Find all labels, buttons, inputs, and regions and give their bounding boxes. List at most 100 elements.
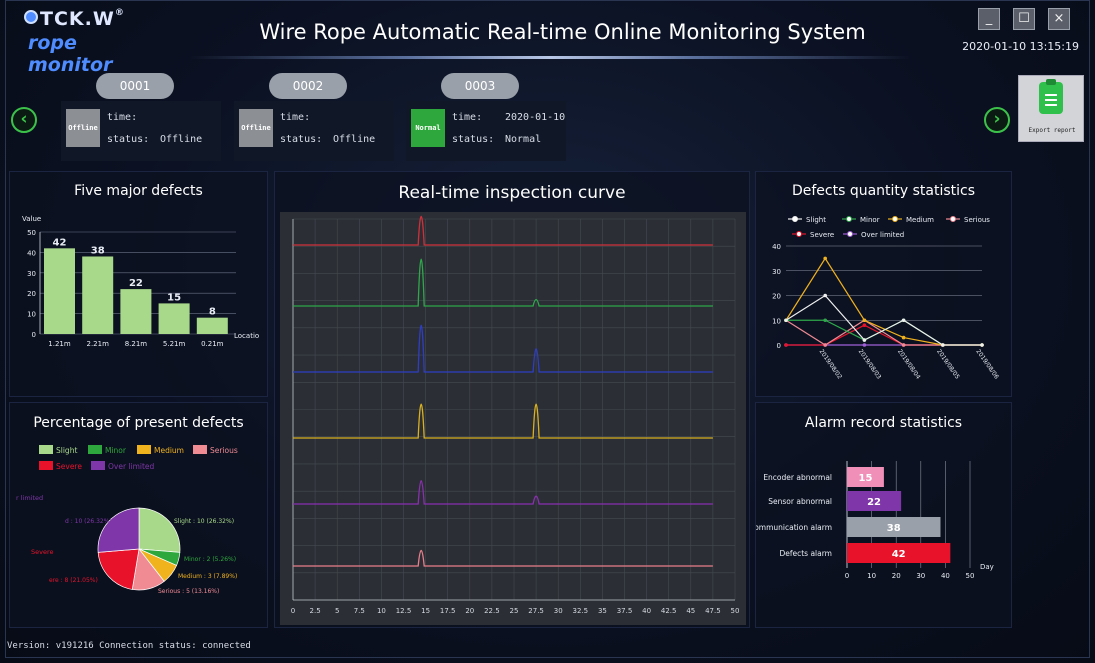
legend-label: Over limited (861, 231, 904, 239)
datetime: 2020-01-10 13:15:19 (962, 40, 1079, 53)
y-tick-label: 20 (772, 293, 781, 301)
status-label: status: (452, 134, 495, 145)
device-body: Offline time: status: Offline (234, 101, 394, 161)
series-Serious (785, 319, 982, 346)
inspection-curve-panel: Real-time inspection curve 0 2.5 5 7.5 10 12.… (274, 171, 750, 628)
x-tick-label: 27.5 (528, 607, 544, 615)
x-tick-label: 22.5 (484, 607, 500, 615)
bar-0.21m (196, 317, 228, 334)
slice-label: Slight : 10 (26.32%) (174, 518, 234, 525)
x-tick-label: 1.21m (48, 340, 71, 348)
legend-label: Slight (806, 216, 826, 224)
x-tick-label: 2.21m (86, 340, 109, 348)
status-value: Normal (505, 134, 542, 145)
device-status-box: Offline (239, 109, 273, 147)
point (901, 343, 906, 347)
x-tick-label: 42.5 (661, 607, 677, 615)
device-id-tag[interactable]: 0002 (269, 73, 347, 99)
x-tick-label: 2019/08/02 (818, 348, 844, 380)
x-tick-label: 0 (291, 607, 295, 615)
y-tick-label: Defects alarm (779, 549, 832, 558)
x-tick-label: 2019/08/06 (974, 348, 1000, 380)
x-tick-label: 50 (731, 607, 740, 615)
data-label: 15 (858, 473, 872, 484)
device-card-0003[interactable]: 0003 Normal time: 2020-01-10 status: Normal (406, 73, 566, 163)
header-divider (190, 56, 910, 59)
slice-Severe (97, 548, 140, 590)
curve-chart: 0 2.5 5 7.5 10 12.5 15 17.5 20 22.5 25 27.5 30 32.5 35… (280, 212, 746, 625)
x-axis-label: Locatio (234, 332, 259, 340)
point (784, 343, 788, 347)
bar-2.21m (82, 256, 114, 334)
device-card-0002[interactable]: 0002 Offline time: status: Offline (234, 73, 394, 163)
y-tick-label: 0 (32, 331, 36, 339)
x-tick-label: 30 (916, 572, 925, 580)
x-tick-label: 45 (686, 607, 695, 615)
cropped-label: Severe (31, 548, 54, 556)
legend-swatch-Minor (88, 445, 102, 454)
slice-label: Minor : 2 (5.26%) (184, 556, 236, 563)
x-tick-label: 2.5 (310, 607, 321, 615)
status-value: Offline (160, 134, 203, 145)
status-bar: Version: v191216 Connection status: conn… (7, 641, 251, 651)
data-label: 38 (887, 523, 901, 534)
device-card-0001[interactable]: 0001 Offline time: status: Offline (61, 73, 221, 163)
legend-label: Minor (860, 216, 880, 224)
point (823, 293, 827, 298)
legend-marker (847, 231, 853, 237)
y-tick-label: 30 (772, 268, 781, 276)
slice-label: ere : 8 (21.05%) (49, 577, 98, 584)
x-tick-label: 10 (377, 607, 386, 615)
series-Severe (786, 324, 982, 346)
x-tick-label: 0 (845, 572, 849, 580)
x-tick-label: 20 (465, 607, 474, 615)
next-device-button[interactable]: › (984, 107, 1010, 133)
maximize-button[interactable]: ☐ (1013, 8, 1035, 30)
legend-marker (950, 216, 956, 222)
export-report-button[interactable]: Export report (1018, 75, 1084, 142)
legend-label: Serious (210, 446, 238, 455)
x-tick-label: 8.21m (125, 340, 148, 348)
data-label: 8 (209, 307, 216, 318)
minimize-button[interactable]: _ (978, 8, 1000, 30)
time-value: 2020-01-10 (505, 112, 566, 123)
slice-Over limited (97, 507, 140, 553)
x-tick-label: 10 (867, 572, 876, 580)
point (901, 335, 906, 340)
device-status-box: Normal (411, 109, 445, 147)
point (823, 343, 827, 347)
legend-label: Slight (56, 446, 77, 455)
page-title: Wire Rope Automatic Real-time Online Mon… (259, 20, 866, 44)
point (941, 343, 945, 347)
y-axis-label: Value (22, 215, 41, 223)
legend-marker (796, 231, 802, 237)
prev-device-button[interactable]: ‹ (11, 107, 37, 133)
time-label: time: (107, 112, 138, 123)
device-id-tag[interactable]: 0003 (441, 73, 519, 99)
slice-label: d : 10 (26.32%) (65, 518, 112, 525)
point (980, 343, 984, 347)
five-major-defects-panel: Five major defects Value 0 10 20 30 40 50 42 1.2… (9, 171, 268, 397)
legend-label: Medium (154, 446, 184, 455)
slice-label: Serious : 5 (13.16%) (158, 588, 219, 595)
percentage-defects-panel: Percentage of present defects Slight Mino… (9, 402, 268, 628)
x-tick-label: 2019/08/04 (896, 348, 922, 380)
x-tick-label: 37.5 (617, 607, 633, 615)
bar-1.21m (44, 248, 75, 334)
x-tick-label: 2019/08/05 (935, 348, 961, 380)
legend-label: Minor (105, 446, 127, 455)
x-tick-label: 35 (598, 607, 607, 615)
data-label: 38 (91, 245, 105, 256)
alarm-record-panel: Alarm record statistics 0 10 20 30 40 50 Day 15… (755, 402, 1012, 628)
y-tick-label: 40 (27, 249, 36, 257)
legend-swatch-Serious (193, 445, 207, 454)
time-label: time: (452, 112, 483, 123)
legend-label: Medium (906, 216, 934, 224)
x-tick-label: 30 (554, 607, 563, 615)
close-button[interactable]: × (1048, 8, 1070, 30)
device-id-tag[interactable]: 0001 (96, 73, 174, 99)
status-label: status: (280, 134, 323, 145)
legend-label: Over limited (108, 462, 155, 471)
data-label: 22 (867, 497, 881, 508)
y-tick-label: 10 (27, 311, 36, 319)
